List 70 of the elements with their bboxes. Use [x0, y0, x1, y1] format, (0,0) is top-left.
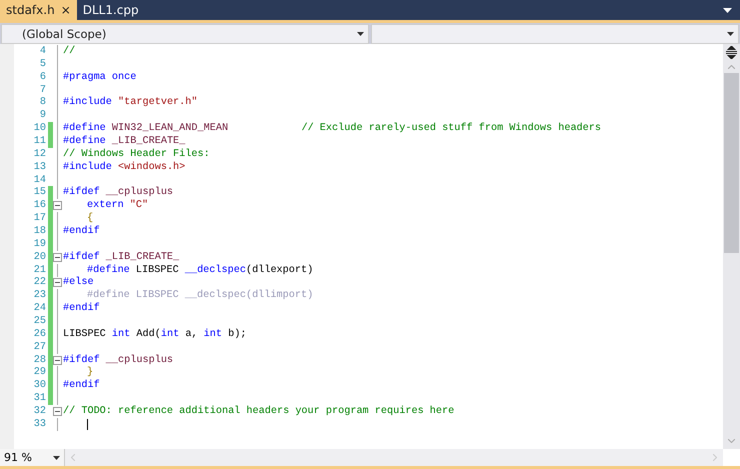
split-icon[interactable] [725, 46, 738, 59]
code-line: // [63, 46, 76, 57]
close-icon[interactable]: × [60, 3, 71, 17]
line-number: 17 [32, 213, 47, 224]
file-tab[interactable]: stdafx.h × [0, 0, 77, 20]
code-line: #endif [63, 303, 100, 314]
scrollbar-corner [723, 449, 740, 466]
code-line: #ifdef __cplusplus [63, 187, 174, 198]
scope-label: (Global Scope) [22, 27, 106, 41]
line-number: 14 [32, 174, 47, 186]
code-line: #define LIBSPEC __declspec(dllimport) [86, 290, 314, 302]
line-number: 16 [32, 200, 47, 212]
line-number: 22 [32, 277, 47, 288]
caret-icon [53, 456, 60, 460]
collapse-icon[interactable] [53, 252, 62, 262]
line-number: 27 [32, 342, 47, 353]
line-number: 21 [32, 264, 47, 276]
line-number: 25 [32, 316, 47, 327]
line-number: 13 [32, 162, 47, 173]
line-number: 18 [32, 226, 47, 237]
code-line: #ifdef _LIB_CREATE_ [63, 252, 180, 263]
code-line: LIBSPEC int Add(int a, int b); [63, 328, 246, 340]
scope-dropdown[interactable]: (Global Scope) [1, 24, 369, 44]
line-number: 24 [32, 303, 47, 314]
code-line: #define _LIB_CREATE_ [63, 136, 186, 147]
line-number: 4 [38, 46, 47, 57]
collapse-icon[interactable] [53, 356, 62, 365]
line-number: 10 [32, 123, 47, 134]
caret-icon [357, 32, 364, 36]
zoom-level: 91 % [4, 451, 32, 464]
line-number: 6 [38, 72, 47, 83]
code-line: #endif [63, 226, 100, 237]
line-number: 32 [32, 406, 47, 417]
line-number: 12 [32, 148, 47, 160]
line-number: 33 [32, 418, 47, 430]
line-number: 28 [32, 354, 47, 366]
code-line: #endif [63, 380, 100, 392]
zoom-dropdown[interactable]: 91 % [0, 449, 65, 466]
line-number: 9 [38, 110, 47, 122]
code-line: #define WIN32_LEAN_AND_MEAN // Exclude rarely-used stuff from Windows headers [63, 123, 602, 134]
line-number: 7 [38, 84, 47, 96]
caret-icon [727, 32, 734, 36]
line-number: 20 [32, 252, 47, 263]
code-line: #else [63, 277, 94, 288]
dropdown-icon[interactable] [723, 8, 732, 13]
code-line: // Windows Header Files: [63, 148, 210, 160]
line-number: 29 [32, 367, 47, 378]
code-line: // TODO: reference additional headers your program requires here [63, 406, 454, 417]
code-line: #include "targetver.h" [63, 97, 198, 108]
line-number: 31 [32, 393, 47, 404]
line-number: 30 [32, 380, 47, 392]
code-line: { [86, 213, 94, 224]
scrollbar-thumb[interactable] [724, 73, 739, 253]
collapse-icon[interactable] [53, 201, 62, 210]
code-line: extern "C" [86, 200, 148, 212]
file-tab[interactable]: DLL1.cpp [76, 0, 145, 20]
line-number: 19 [32, 238, 47, 250]
collapse-icon[interactable] [53, 407, 62, 416]
line-number: 23 [32, 290, 47, 302]
code-line: #include <windows.h> [63, 162, 186, 173]
code-line: #ifdef __cplusplus [63, 354, 174, 366]
code-line: #define LIBSPEC __declspec(dllexport) [86, 264, 314, 276]
code-line: } [86, 367, 94, 378]
line-number: 15 [32, 187, 47, 198]
line-number: 11 [32, 136, 47, 147]
collapse-icon[interactable] [53, 278, 62, 288]
line-number: 5 [38, 58, 47, 70]
line-number: 26 [32, 328, 47, 340]
code-line: #pragma once [63, 72, 136, 83]
line-number: 8 [38, 97, 47, 108]
